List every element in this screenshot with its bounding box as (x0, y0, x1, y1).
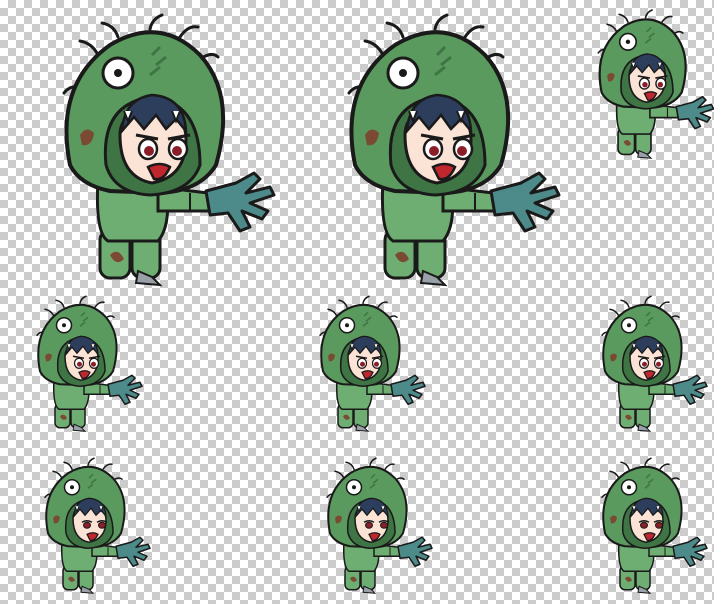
zombie-sprite-frame-9 (590, 457, 710, 596)
zombie-sprite-frame-7 (33, 457, 153, 596)
zombie-character (601, 457, 708, 594)
zombie-sprite-frame-4 (25, 295, 145, 434)
zombie-sprite-frame-1 (40, 13, 280, 290)
sprite-sheet (0, 0, 714, 604)
zombie-character (347, 13, 561, 287)
zombie-sprite-frame-5 (308, 295, 428, 434)
zombie-character (326, 457, 433, 594)
zombie-sprite-frame-2 (325, 13, 565, 290)
zombie-character (319, 295, 426, 432)
zombie-character (597, 9, 714, 159)
zombie-character (36, 295, 143, 432)
zombie-character (601, 295, 708, 432)
zombie-sprite-frame-8 (315, 457, 435, 596)
zombie-sprite-frame-3 (585, 9, 714, 161)
zombie-character (44, 457, 151, 594)
zombie-sprite-frame-6 (590, 295, 710, 434)
zombie-character (62, 13, 276, 287)
